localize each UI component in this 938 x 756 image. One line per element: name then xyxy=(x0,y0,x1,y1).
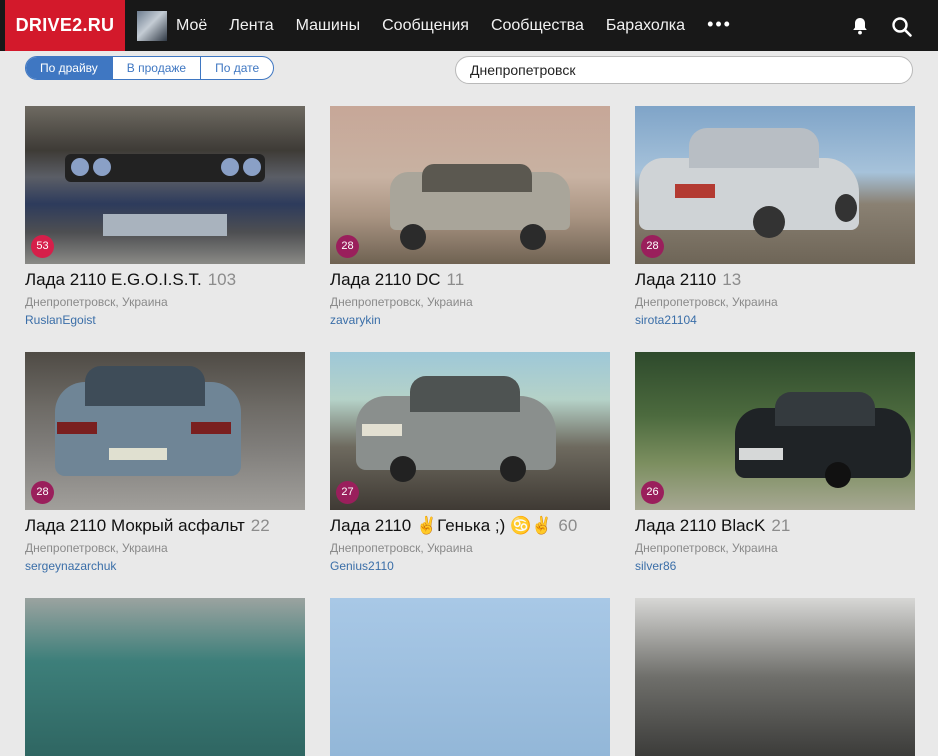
car-card[interactable]: 53 Лада 2110 E.G.O.I.S.T. 103 Днепропетро… xyxy=(25,106,305,327)
car-title[interactable]: Лада 2110 BlacK xyxy=(635,516,765,535)
car-photo[interactable] xyxy=(635,598,915,756)
owner-link[interactable]: sergeynazarchuk xyxy=(25,559,305,573)
car-title[interactable]: Лада 2110 xyxy=(635,270,716,289)
owner-link[interactable]: silver86 xyxy=(635,559,915,573)
site-logo[interactable]: DRIVE2.RU xyxy=(5,0,125,51)
nav-item-mashiny[interactable]: Машины xyxy=(296,0,361,51)
car-card[interactable] xyxy=(635,598,915,756)
comment-count: 21 xyxy=(771,516,791,535)
car-card[interactable]: 26 Лада 2110 BlacK 21 Днепропетровск, Укр… xyxy=(635,352,915,573)
car-photo[interactable] xyxy=(25,598,305,756)
user-avatar[interactable] xyxy=(137,11,167,41)
owner-link[interactable]: Genius2110 xyxy=(330,559,610,573)
car-location: Днепропетровск, Украина xyxy=(25,541,168,555)
comment-count: 103 xyxy=(207,270,237,289)
nav-item-barakholka[interactable]: Барахолка xyxy=(606,0,685,51)
drive-rating-badge: 26 xyxy=(641,481,664,504)
car-card[interactable]: 27 Лада 2110 ✌Генька ;) ♋✌ 60 Днепропетро… xyxy=(330,352,610,573)
nav-item-moe[interactable]: Моё xyxy=(176,0,207,51)
car-location: Днепропетровск, Украина xyxy=(635,541,778,555)
comment-count: 60 xyxy=(558,516,578,535)
car-photo[interactable]: 53 xyxy=(25,106,305,264)
nav-item-soobshcheniya[interactable]: Сообщения xyxy=(382,0,469,51)
nav-item-soobshchestva[interactable]: Сообщества xyxy=(491,0,584,51)
top-navigation-bar: DRIVE2.RU Моё Лента Машины Сообщения Соо… xyxy=(0,0,938,51)
car-photo[interactable] xyxy=(330,598,610,756)
drive-rating-badge: 28 xyxy=(641,235,664,258)
car-title[interactable]: Лада 2110 DC xyxy=(330,270,441,289)
car-card[interactable]: 28 Лада 2110 DC 11 Днепропетровск, Украин… xyxy=(330,106,610,327)
main-nav: Моё Лента Машины Сообщения Сообщества Ба… xyxy=(176,0,732,51)
car-photo[interactable]: 28 xyxy=(25,352,305,510)
car-photo[interactable]: 27 xyxy=(330,352,610,510)
car-location: Днепропетровск, Украина xyxy=(25,295,168,309)
car-title[interactable]: Лада 2110 Мокрый асфальт xyxy=(25,516,245,535)
comment-count: 13 xyxy=(722,270,742,289)
bell-icon[interactable] xyxy=(850,16,870,36)
car-card[interactable]: 28 Лада 2110 Мокрый асфальт 22 Днепропетр… xyxy=(25,352,305,573)
car-card[interactable] xyxy=(330,598,610,756)
city-search-input[interactable] xyxy=(455,56,913,84)
owner-link[interactable]: zavarykin xyxy=(330,313,610,327)
car-photo[interactable]: 26 xyxy=(635,352,915,510)
car-card[interactable] xyxy=(25,598,305,756)
sort-tabs: По драйву В продаже По дате xyxy=(25,56,275,80)
car-location: Днепропетровск, Украина xyxy=(330,295,473,309)
comment-count: 11 xyxy=(446,270,465,289)
car-location: Днепропетровск, Украина xyxy=(330,541,473,555)
owner-link[interactable]: RuslanEgoist xyxy=(25,313,305,327)
more-menu-button[interactable]: ••• xyxy=(707,0,732,51)
car-card[interactable]: 28 Лада 2110 13 Днепропетровск, Украина s… xyxy=(635,106,915,327)
tab-v-prodazhe[interactable]: В продаже xyxy=(111,57,200,79)
search-icon[interactable] xyxy=(891,16,913,38)
car-title[interactable]: Лада 2110 ✌Генька ;) ♋✌ xyxy=(330,516,552,535)
drive-rating-badge: 53 xyxy=(31,235,54,258)
drive-rating-badge: 27 xyxy=(336,481,359,504)
nav-item-lenta[interactable]: Лента xyxy=(229,0,273,51)
tab-po-drayvu[interactable]: По драйву xyxy=(26,57,112,79)
tab-po-date[interactable]: По дате xyxy=(200,57,273,79)
car-title[interactable]: Лада 2110 E.G.O.I.S.T. xyxy=(25,270,202,289)
drive-rating-badge: 28 xyxy=(31,481,54,504)
owner-link[interactable]: sirota21104 xyxy=(635,313,915,327)
drive-rating-badge: 28 xyxy=(336,235,359,258)
car-photo[interactable]: 28 xyxy=(330,106,610,264)
comment-count: 22 xyxy=(250,516,270,535)
car-photo[interactable]: 28 xyxy=(635,106,915,264)
car-location: Днепропетровск, Украина xyxy=(635,295,778,309)
